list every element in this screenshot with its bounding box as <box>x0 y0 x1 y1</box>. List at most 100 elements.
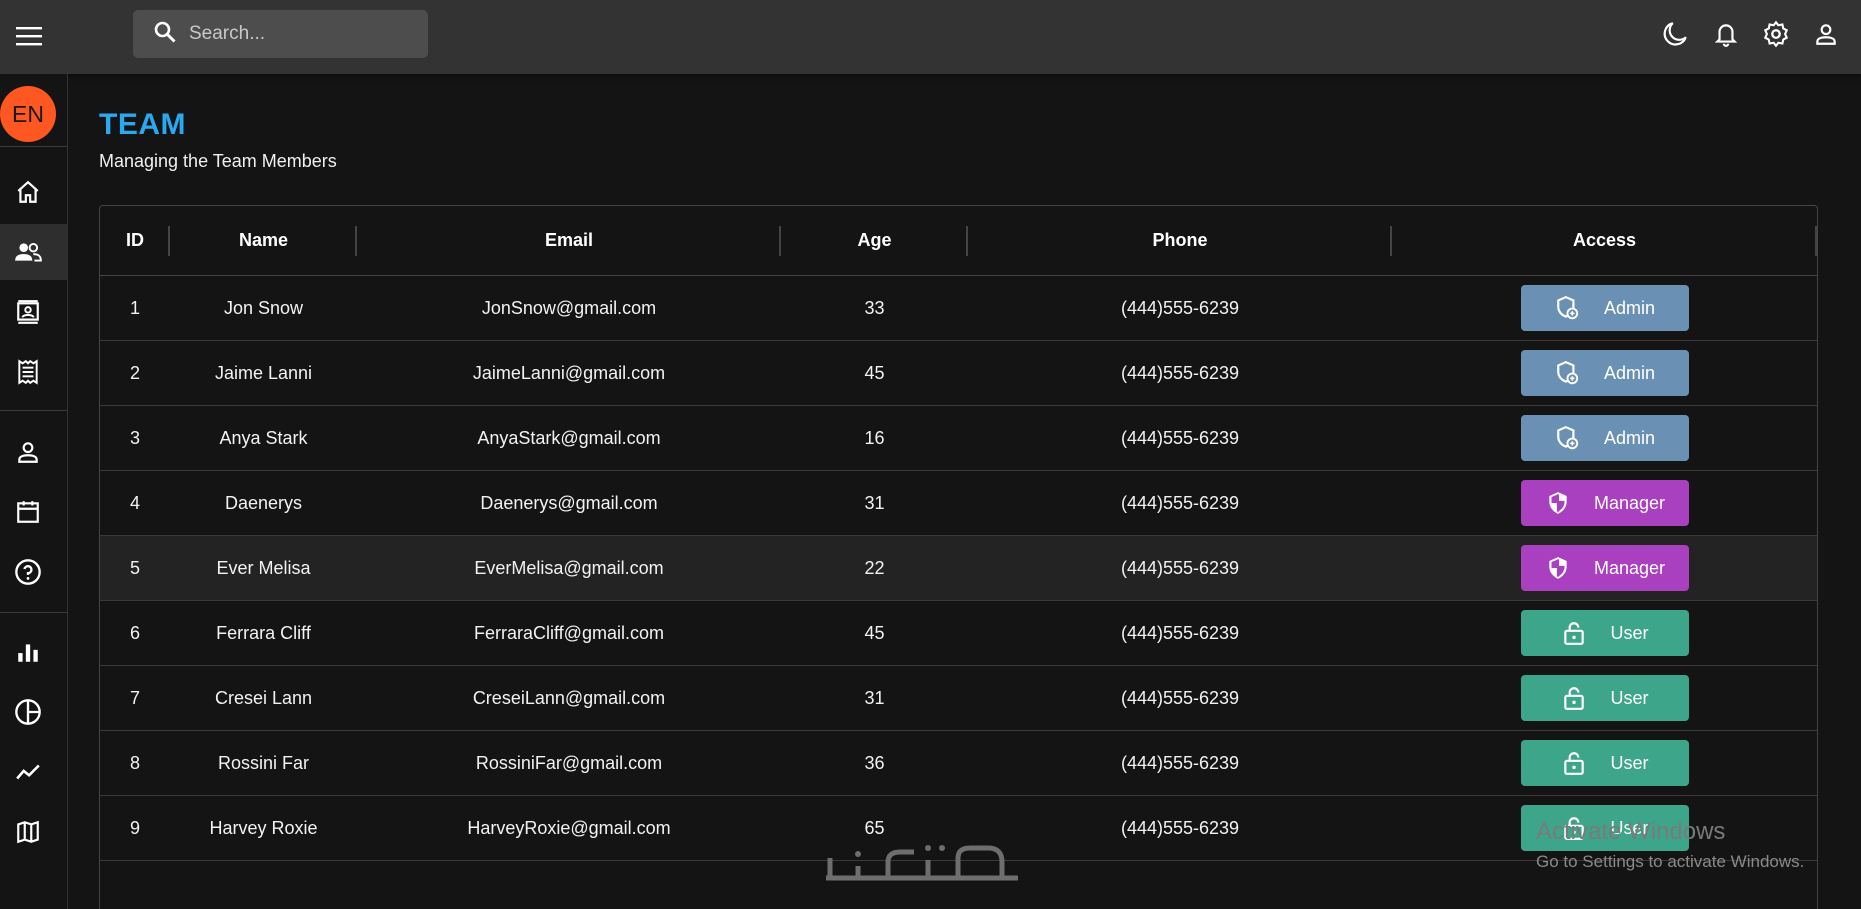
cell-age[interactable]: 31 <box>781 471 968 535</box>
search-input[interactable] <box>189 23 409 45</box>
cell-id[interactable]: 6 <box>100 601 170 665</box>
cell-age[interactable]: 22 <box>781 536 968 600</box>
access-badge-user[interactable]: User <box>1520 675 1689 721</box>
sidebar-item-profile[interactable] <box>0 424 68 480</box>
cell-age[interactable]: 45 <box>781 601 968 665</box>
column-header-phone[interactable]: Phone <box>968 206 1392 275</box>
receipt-icon <box>18 359 38 385</box>
sidebar-divider <box>0 410 68 411</box>
table-row[interactable]: 8 Rossini Far RossiniFar@gmail.com 36 (444)5… <box>100 731 1817 796</box>
language-badge[interactable]: EN <box>0 86 56 142</box>
cell-id[interactable]: 8 <box>100 731 170 795</box>
table-row[interactable]: 5 Ever Melisa EverMelisa@gmail.com 22 (444)5… <box>100 536 1817 601</box>
sidebar-item-geography[interactable] <box>0 804 68 860</box>
dark-mode-icon[interactable] <box>1661 17 1691 51</box>
cell-id[interactable]: 3 <box>100 406 170 470</box>
cell-id[interactable]: 2 <box>100 341 170 405</box>
cell-name[interactable]: Ever Melisa <box>170 536 357 600</box>
menu-icon[interactable] <box>14 21 44 51</box>
access-badge-admin[interactable]: Admin <box>1520 350 1689 396</box>
access-badge-user[interactable]: User <box>1520 610 1689 656</box>
cell-email[interactable]: CreseiLann@gmail.com <box>357 666 781 730</box>
cell-email[interactable]: EverMelisa@gmail.com <box>357 536 781 600</box>
cell-age[interactable]: 31 <box>781 666 968 730</box>
cell-phone[interactable]: (444)555-6239 <box>968 471 1392 535</box>
cell-name[interactable]: Rossini Far <box>170 731 357 795</box>
cell-access: Manager <box>1392 471 1817 535</box>
team-table: ID Name Email Age Phone Access 1 Jon Snow… <box>99 205 1818 909</box>
table-row[interactable]: 7 Cresei Lann CreseiLann@gmail.com 31 (444)5… <box>100 666 1817 731</box>
column-header-id[interactable]: ID <box>100 206 170 275</box>
column-header-name[interactable]: Name <box>170 206 357 275</box>
access-badge-user[interactable]: User <box>1520 740 1689 786</box>
sidebar-item-line-chart[interactable] <box>0 744 68 800</box>
sidebar-item-team[interactable] <box>0 224 68 280</box>
cell-access: Admin <box>1392 276 1817 340</box>
table-row[interactable]: 3 Anya Stark AnyaStark@gmail.com 16 (444)555… <box>100 406 1817 471</box>
cell-age[interactable]: 36 <box>781 731 968 795</box>
cell-phone[interactable]: (444)555-6239 <box>968 276 1392 340</box>
cell-email[interactable]: AnyaStark@gmail.com <box>357 406 781 470</box>
cell-name[interactable]: Anya Stark <box>170 406 357 470</box>
table-row[interactable]: 2 Jaime Lanni JaimeLanni@gmail.com 45 (444)5… <box>100 341 1817 406</box>
settings-icon[interactable] <box>1761 17 1791 51</box>
cell-phone[interactable]: (444)555-6239 <box>968 406 1392 470</box>
column-header-age[interactable]: Age <box>781 206 968 275</box>
column-header-email[interactable]: Email <box>357 206 781 275</box>
table-row[interactable]: 6 Ferrara Cliff FerraraCliff@gmail.com 45 (4… <box>100 601 1817 666</box>
cell-phone[interactable]: (444)555-6239 <box>968 601 1392 665</box>
access-badge-admin[interactable]: Admin <box>1520 415 1689 461</box>
table-row[interactable]: 4 Daenerys Daenerys@gmail.com 31 (444)555-62… <box>100 471 1817 536</box>
top-bar <box>0 0 1861 74</box>
cell-age[interactable]: 16 <box>781 406 968 470</box>
cell-phone[interactable]: (444)555-6239 <box>968 341 1392 405</box>
cell-name[interactable]: Harvey Roxie <box>170 796 357 860</box>
table-row[interactable]: 1 Jon Snow JonSnow@gmail.com 33 (444)555-623… <box>100 276 1817 341</box>
profile-icon[interactable] <box>1811 17 1841 51</box>
sidebar-item-contacts[interactable] <box>0 284 68 340</box>
access-label: User <box>1610 752 1649 773</box>
cell-phone[interactable]: (444)555-6239 <box>968 536 1392 600</box>
cell-id[interactable]: 4 <box>100 471 170 535</box>
cell-email[interactable]: HarveyRoxie@gmail.com <box>357 796 781 860</box>
cell-email[interactable]: Daenerys@gmail.com <box>357 471 781 535</box>
cell-name[interactable]: Jon Snow <box>170 276 357 340</box>
people-icon <box>15 243 42 262</box>
cell-age[interactable]: 45 <box>781 341 968 405</box>
cell-phone[interactable]: (444)555-6239 <box>968 731 1392 795</box>
column-header-access[interactable]: Access <box>1392 206 1817 275</box>
home-icon <box>17 180 39 203</box>
access-label: Admin <box>1603 297 1656 318</box>
admin-shield-icon <box>1554 424 1582 452</box>
cell-email[interactable]: FerraraCliff@gmail.com <box>357 601 781 665</box>
sidebar-item-pie-chart[interactable] <box>0 684 68 740</box>
cell-email[interactable]: JonSnow@gmail.com <box>357 276 781 340</box>
access-badge-manager[interactable]: Manager <box>1520 480 1689 526</box>
notifications-icon[interactable] <box>1711 17 1741 51</box>
cell-id[interactable]: 7 <box>100 666 170 730</box>
cell-phone[interactable]: (444)555-6239 <box>968 666 1392 730</box>
access-label: Admin <box>1603 362 1656 383</box>
access-badge-admin[interactable]: Admin <box>1520 285 1689 331</box>
sidebar-item-calendar[interactable] <box>0 484 68 540</box>
cell-name[interactable]: Cresei Lann <box>170 666 357 730</box>
lock-open-icon <box>1560 684 1588 712</box>
cell-name[interactable]: Jaime Lanni <box>170 341 357 405</box>
cell-age[interactable]: 33 <box>781 276 968 340</box>
cell-id[interactable]: 1 <box>100 276 170 340</box>
sidebar-item-invoices[interactable] <box>0 344 68 400</box>
cell-id[interactable]: 5 <box>100 536 170 600</box>
cell-email[interactable]: RossiniFar@gmail.com <box>357 731 781 795</box>
sidebar-item-dashboard[interactable] <box>0 164 68 220</box>
search-box <box>133 10 428 58</box>
cell-name[interactable]: Ferrara Cliff <box>170 601 357 665</box>
access-badge-manager[interactable]: Manager <box>1520 545 1689 591</box>
search-icon[interactable] <box>153 20 177 49</box>
cell-id[interactable]: 9 <box>100 796 170 860</box>
cell-access: User <box>1392 666 1817 730</box>
sidebar-item-faq[interactable] <box>0 544 68 600</box>
activation-title: Activate Windows <box>1536 818 1726 845</box>
sidebar-item-bar-chart[interactable] <box>0 624 68 680</box>
cell-name[interactable]: Daenerys <box>170 471 357 535</box>
cell-email[interactable]: JaimeLanni@gmail.com <box>357 341 781 405</box>
